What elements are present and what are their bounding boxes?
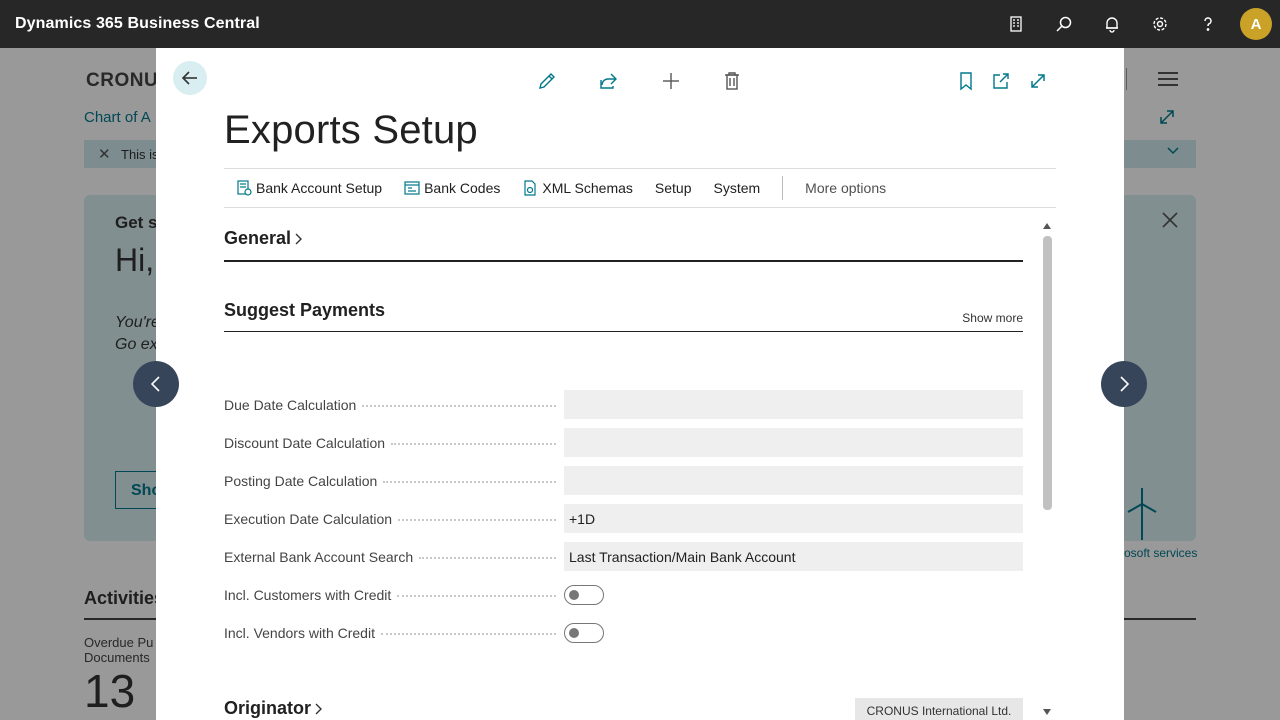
bank-codes-icon xyxy=(404,181,420,195)
help-icon[interactable] xyxy=(1184,0,1232,48)
app-bar: Dynamics 365 Business Central A xyxy=(0,0,1280,48)
bell-icon[interactable] xyxy=(1088,0,1136,48)
expand-icon[interactable] xyxy=(1027,70,1049,92)
back-button[interactable] xyxy=(173,61,207,95)
chevron-right-icon xyxy=(315,703,323,714)
field-label: External Bank Account Search xyxy=(224,549,420,565)
share-icon[interactable] xyxy=(597,70,619,92)
field-label: Incl. Customers with Credit xyxy=(224,587,398,603)
search-icon[interactable] xyxy=(1040,0,1088,48)
arrow-left-icon xyxy=(181,71,197,85)
divider xyxy=(782,176,784,200)
gear-icon[interactable] xyxy=(1136,0,1184,48)
incl-customers-with-credit-field: Incl. Customers with Credit xyxy=(224,580,1023,610)
next-record-button[interactable] xyxy=(1101,361,1147,407)
discount-date-calculation-input[interactable] xyxy=(564,428,1023,457)
previous-record-button[interactable] xyxy=(133,361,179,407)
scroll-up-icon[interactable] xyxy=(1042,222,1052,230)
suggest-payments-section: Suggest Payments Show more xyxy=(224,300,1023,332)
chevron-left-icon xyxy=(150,376,160,392)
top-icons: A xyxy=(992,0,1280,48)
field-label: Execution Date Calculation xyxy=(224,511,399,527)
due-date-calculation-field: Due Date Calculation xyxy=(224,390,1023,420)
originator-company-badge: CRONUS International Ltd. xyxy=(855,698,1023,720)
posting-date-calculation-input[interactable] xyxy=(564,466,1023,495)
setup-menu[interactable]: Setup xyxy=(655,180,692,196)
scroll-thumb[interactable] xyxy=(1043,236,1052,510)
scroll-down-icon[interactable] xyxy=(1042,708,1052,716)
bookmark-icon[interactable] xyxy=(955,70,977,92)
xml-schemas-action[interactable]: XML Schemas xyxy=(522,180,633,196)
chevron-right-icon xyxy=(1120,376,1130,392)
avatar[interactable]: A xyxy=(1240,8,1272,40)
action-bar: Bank Account Setup Bank Codes XML Schema… xyxy=(224,168,1056,208)
incl-vendors-with-credit-field: Incl. Vendors with Credit xyxy=(224,618,1023,648)
bank-codes-action[interactable]: Bank Codes xyxy=(404,180,500,196)
scrollbar[interactable] xyxy=(1040,220,1054,720)
external-bank-account-search-select[interactable]: Last Transaction/Main Bank Account xyxy=(564,542,1023,571)
discount-date-calculation-field: Discount Date Calculation xyxy=(224,428,1023,458)
section-title[interactable]: Suggest Payments xyxy=(224,300,1023,321)
field-label: Incl. Vendors with Credit xyxy=(224,625,381,641)
posting-date-calculation-field: Posting Date Calculation xyxy=(224,466,1023,496)
execution-date-calculation-field: Execution Date Calculation +1D xyxy=(224,504,1023,534)
system-menu[interactable]: System xyxy=(713,180,760,196)
delete-icon[interactable] xyxy=(721,70,743,92)
xml-schema-icon xyxy=(524,180,536,196)
document-icon[interactable] xyxy=(992,0,1040,48)
execution-date-calculation-input[interactable]: +1D xyxy=(564,504,1023,533)
field-label: Due Date Calculation xyxy=(224,397,363,413)
general-section[interactable]: General xyxy=(224,228,1023,262)
app-title[interactable]: Dynamics 365 Business Central xyxy=(15,15,260,33)
incl-vendors-with-credit-toggle[interactable] xyxy=(564,623,604,643)
new-icon[interactable] xyxy=(660,70,682,92)
incl-customers-with-credit-toggle[interactable] xyxy=(564,585,604,605)
originator-section: Originator CRONUS International Ltd. xyxy=(224,654,1023,720)
open-new-window-icon[interactable] xyxy=(990,70,1012,92)
chevron-right-icon xyxy=(295,233,303,244)
edit-icon[interactable] xyxy=(536,70,558,92)
page-title: Exports Setup xyxy=(224,108,478,152)
external-bank-account-search-field: External Bank Account Search Last Transa… xyxy=(224,542,1023,572)
show-more-link[interactable]: Show more xyxy=(962,311,1023,325)
bank-setup-icon xyxy=(237,180,252,196)
field-label: Discount Date Calculation xyxy=(224,435,392,451)
due-date-calculation-input[interactable] xyxy=(564,390,1023,419)
section-title[interactable]: Originator xyxy=(224,698,324,719)
section-title[interactable]: General xyxy=(224,228,1023,249)
field-label: Posting Date Calculation xyxy=(224,473,384,489)
more-options-button[interactable]: More options xyxy=(805,180,886,196)
exports-setup-dialog: Exports Setup Bank Account Setup Bank Co… xyxy=(156,48,1124,720)
bank-account-setup-action[interactable]: Bank Account Setup xyxy=(236,180,382,196)
